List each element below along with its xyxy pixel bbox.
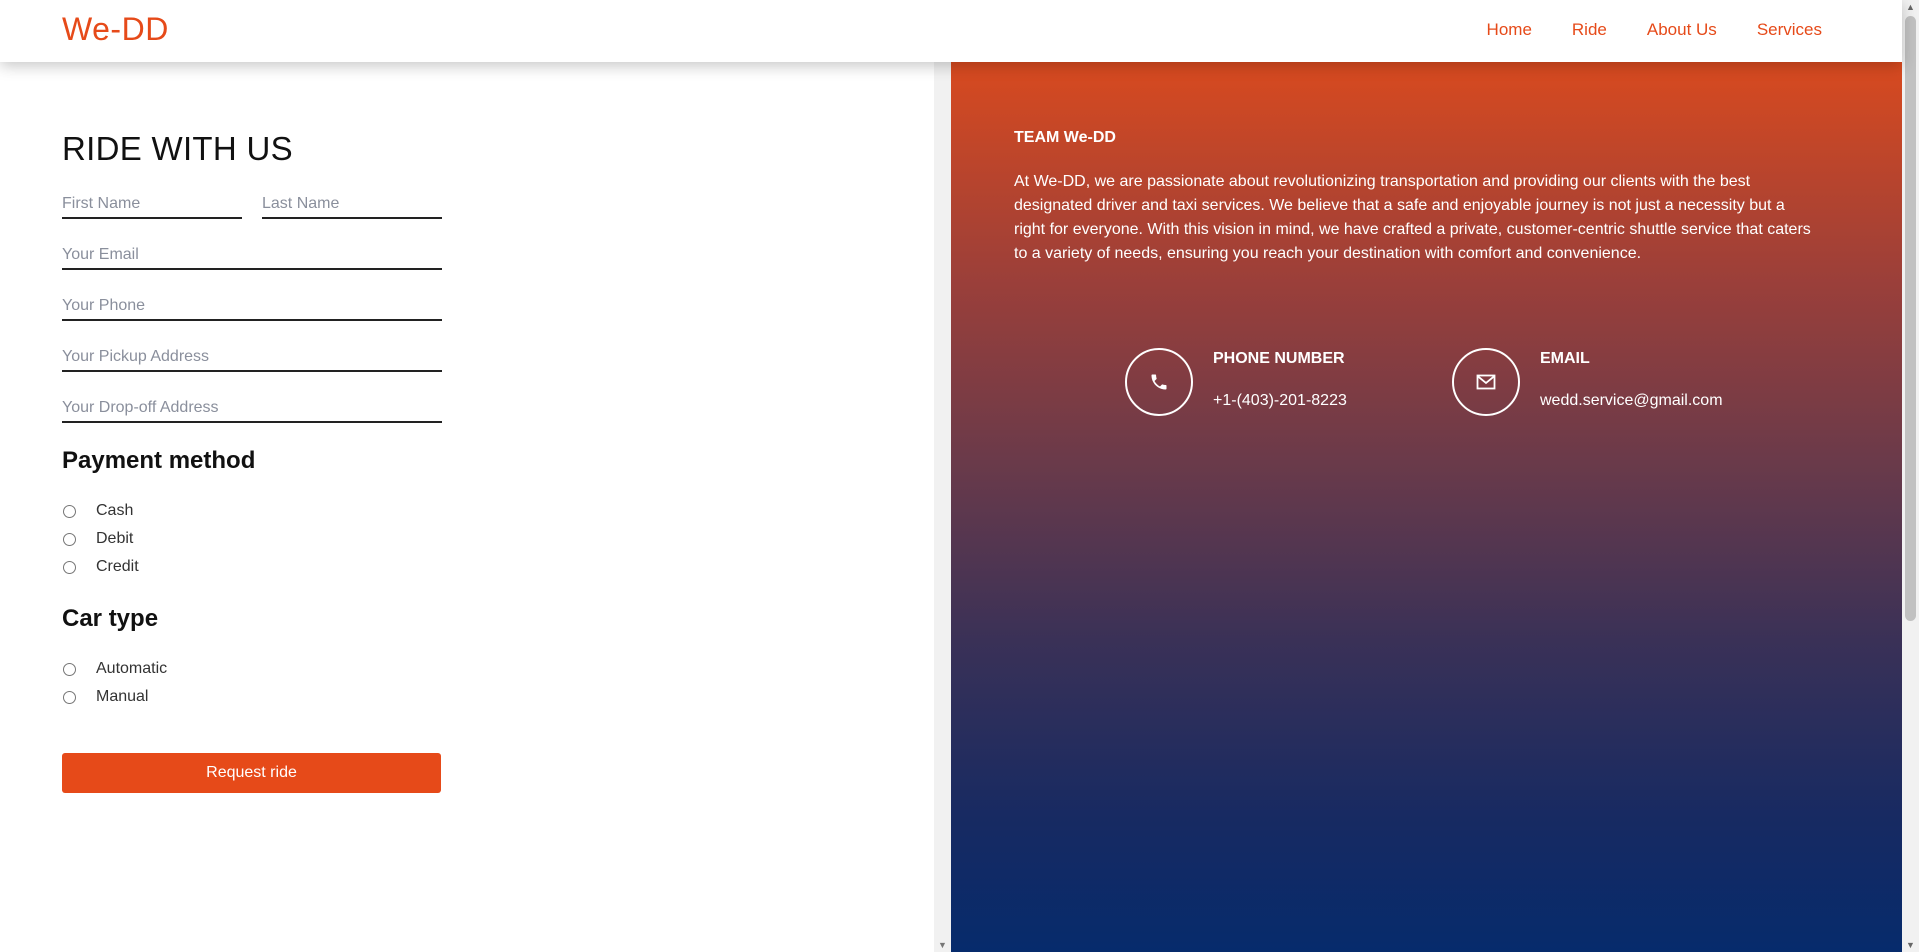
payment-radio-credit[interactable] — [63, 560, 76, 574]
scroll-down-arrow-icon[interactable]: ▼ — [1906, 940, 1915, 950]
scroll-up-arrow-icon[interactable]: ▲ — [1906, 2, 1915, 12]
phone-contact-text: PHONE NUMBER +1-(403)-201-8223 — [1213, 350, 1347, 416]
car-option-label: Automatic — [96, 660, 168, 677]
info-panel: TEAM We-DD At We-DD, we are passionate a… — [951, 62, 1902, 952]
email-contact: EMAIL wedd.service@gmail.com — [1452, 348, 1723, 416]
envelope-icon — [1452, 348, 1520, 416]
strip-down-arrow-icon: ▼ — [938, 940, 947, 950]
site-header: We-DD Home Ride About Us Services — [0, 0, 1902, 62]
payment-method-group: Cash Debit Credit — [62, 497, 442, 581]
first-name-input[interactable] — [62, 189, 242, 219]
divider-strip — [934, 62, 951, 952]
email-contact-text: EMAIL wedd.service@gmail.com — [1540, 350, 1723, 416]
page-title: RIDE WITH US — [62, 130, 293, 167]
phone-label: PHONE NUMBER — [1213, 350, 1345, 367]
team-title: TEAM We-DD — [1014, 129, 1116, 146]
car-type-heading: Car type — [62, 605, 159, 632]
car-radio-manual[interactable] — [63, 690, 76, 704]
payment-option-label: Debit — [96, 530, 134, 547]
email-label: EMAIL — [1540, 350, 1590, 367]
name-row — [62, 189, 442, 219]
page-scrollbar[interactable]: ▲ ▼ — [1902, 0, 1919, 952]
phone-value[interactable]: +1-(403)-201-8223 — [1213, 392, 1347, 410]
phone-input[interactable] — [62, 291, 442, 321]
phone-icon — [1125, 348, 1193, 416]
about-text: At We-DD, we are passionate about revolu… — [1014, 173, 1811, 262]
payment-option-label: Cash — [96, 502, 134, 519]
car-option-label: Manual — [96, 688, 149, 705]
ride-form: RIDE WITH US Payment method Cash Debit C… — [62, 130, 442, 793]
payment-option-label: Credit — [96, 558, 139, 575]
main-nav: Home Ride About Us Services — [1487, 20, 1822, 40]
car-type-group: Automatic Manual — [62, 655, 442, 711]
dropoff-address-input[interactable] — [62, 393, 442, 423]
car-radio-automatic[interactable] — [63, 662, 76, 676]
nav-services[interactable]: Services — [1757, 20, 1822, 40]
nav-home[interactable]: Home — [1487, 20, 1532, 40]
phone-contact: PHONE NUMBER +1-(403)-201-8223 — [1125, 348, 1347, 416]
payment-radio-cash[interactable] — [63, 504, 76, 518]
nav-about-us[interactable]: About Us — [1647, 20, 1717, 40]
email-input[interactable] — [62, 240, 442, 270]
email-value[interactable]: wedd.service@gmail.com — [1540, 392, 1723, 410]
payment-option-cash[interactable]: Cash — [62, 497, 442, 525]
payment-option-credit[interactable]: Credit — [62, 553, 442, 581]
scrollbar-thumb[interactable] — [1905, 16, 1916, 621]
payment-method-heading: Payment method — [62, 447, 256, 474]
payment-radio-debit[interactable] — [63, 532, 76, 546]
nav-ride[interactable]: Ride — [1572, 20, 1607, 40]
payment-option-debit[interactable]: Debit — [62, 525, 442, 553]
logo[interactable]: We-DD — [62, 11, 169, 48]
pickup-address-input[interactable] — [62, 342, 442, 372]
car-option-manual[interactable]: Manual — [62, 683, 442, 711]
car-option-automatic[interactable]: Automatic — [62, 655, 442, 683]
request-ride-button[interactable]: Request ride — [62, 753, 441, 793]
last-name-input[interactable] — [262, 189, 442, 219]
